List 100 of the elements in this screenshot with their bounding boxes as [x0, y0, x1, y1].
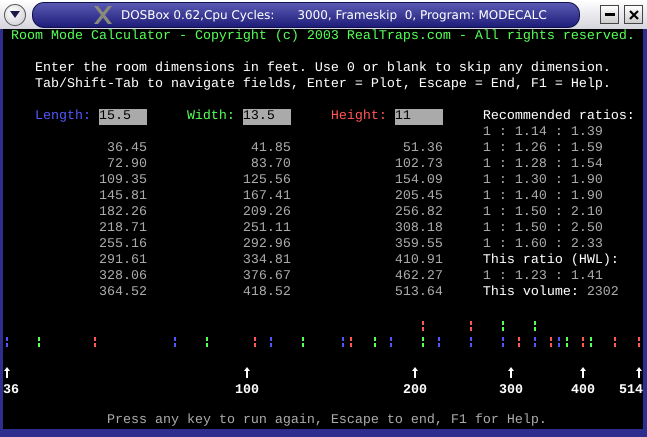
mode-mark [206, 337, 208, 347]
mode-frequency: 41.85 [250, 141, 291, 157]
mode-mark [558, 337, 560, 347]
input-field[interactable]: 11 [394, 109, 443, 125]
ratio-heading: This ratio (HWL): [482, 253, 619, 269]
mode-frequency: 291.61 [98, 253, 147, 269]
mode-mark [582, 337, 584, 347]
ratios-heading: Recommended ratios: [482, 109, 635, 125]
arrow-up-icon [508, 367, 514, 378]
volume-value: 2302 [586, 285, 619, 301]
mode-frequency: 251.11 [242, 221, 291, 237]
ratio-text: 1 : 1.50 : 2.10 [482, 205, 603, 221]
mode-mark [518, 337, 520, 347]
instruction-text: Tab/Shift-Tab to navigate fields, Enter = Plot, Escape = End, F1 = Help. [34, 77, 611, 93]
mode-mark [638, 337, 640, 347]
mode-frequency: 36.45 [106, 141, 147, 157]
mode-frequency: 376.67 [242, 269, 291, 285]
arrow-up-icon [412, 367, 418, 378]
mode-mark [302, 337, 304, 347]
axis-label: 514 [619, 383, 643, 397]
mode-mark [534, 321, 536, 331]
input-field[interactable]: 13.5 [242, 109, 291, 125]
mode-mark [422, 337, 424, 347]
mode-frequency: 308.18 [394, 221, 443, 237]
mode-mark [502, 321, 504, 331]
mode-frequency: 209.26 [242, 205, 291, 221]
close-icon [628, 10, 638, 20]
mode-frequency: 462.27 [394, 269, 443, 285]
mode-frequency: 255.16 [98, 237, 147, 253]
mode-frequency: 145.81 [98, 189, 147, 205]
mode-frequency: 72.90 [106, 157, 147, 173]
dimension-label: Height: [330, 109, 387, 125]
minimize-button[interactable] [600, 5, 619, 24]
mode-frequency: 51.36 [402, 141, 443, 157]
ratio-text: 1 : 1.26 : 1.59 [482, 141, 603, 157]
arrow-up-icon [244, 367, 250, 378]
ratio-text: 1 : 1.28 : 1.54 [482, 157, 603, 173]
instruction-text: Enter the room dimensions in feet. Use 0 or blank to skip any dimension. [34, 61, 611, 77]
axis-label: 300 [499, 383, 523, 397]
mode-frequency: 359.55 [394, 237, 443, 253]
mode-frequency: 256.82 [394, 205, 443, 221]
ratio-text: 1 : 1.23 : 1.41 [482, 269, 603, 285]
mode-mark [438, 337, 440, 347]
mode-mark [94, 337, 96, 347]
mode-mark [566, 337, 568, 347]
mode-mark [254, 337, 256, 347]
mode-frequency: 418.52 [242, 285, 291, 301]
banner-text: Room Mode Calculator - Copyright (c) 2003 RealTraps.com - All rights reserved. [10, 29, 635, 45]
mode-frequency: 334.81 [242, 253, 291, 269]
mode-frequency: 218.71 [98, 221, 147, 237]
ratio-text: 1 : 1.60 : 2.33 [482, 237, 603, 253]
mode-mark [550, 337, 552, 347]
footer-hint: Press any key to run again, Escape to end, F1 for Help. [106, 413, 547, 429]
arrow-up-icon [580, 367, 586, 378]
x-logo-icon [93, 6, 113, 24]
ratio-text: 1 : 1.30 : 1.90 [482, 173, 603, 189]
arrow-up-icon [4, 367, 10, 378]
dimension-label: Length: [34, 109, 91, 125]
window-menu-button[interactable] [4, 4, 26, 26]
mode-mark [342, 337, 344, 347]
mode-mark [6, 337, 8, 347]
mode-mark [534, 337, 536, 347]
minimize-icon [604, 13, 614, 16]
mode-frequency: 154.09 [394, 173, 443, 189]
mode-mark [502, 337, 504, 347]
mode-mark [174, 337, 176, 347]
mode-mark [470, 337, 472, 347]
axis-label: 200 [403, 383, 427, 397]
mode-mark [374, 337, 376, 347]
input-field[interactable]: 15.5 [98, 109, 147, 125]
window-title: DOSBox 0.62,Cpu Cycles: 3000, Frameskip 0, Program: MODECALC [121, 8, 547, 22]
axis-label: 400 [571, 383, 595, 397]
dimension-label: Width: [186, 109, 235, 125]
ratio-text: 1 : 1.40 : 1.90 [482, 189, 603, 205]
mode-frequency: 364.52 [98, 285, 147, 301]
mode-mark [590, 337, 592, 347]
mode-frequency: 83.70 [250, 157, 291, 173]
mode-frequency: 328.06 [98, 269, 147, 285]
axis-label: 36 [3, 383, 19, 397]
caret-down-icon [10, 11, 20, 18]
mode-frequency: 109.35 [98, 173, 147, 189]
mode-frequency: 167.41 [242, 189, 291, 205]
ratio-text: 1 : 1.14 : 1.39 [482, 125, 603, 141]
ratio-text: 1 : 1.50 : 2.50 [482, 221, 603, 237]
mode-mark [38, 337, 40, 347]
mode-mark [270, 337, 272, 347]
axis-label: 100 [235, 383, 259, 397]
mode-frequency: 292.96 [242, 237, 291, 253]
mode-mark [390, 337, 392, 347]
mode-frequency: 102.73 [394, 157, 443, 173]
arrow-up-icon [636, 367, 642, 378]
mode-mark [350, 337, 352, 347]
mode-mark [422, 321, 424, 331]
close-button[interactable] [624, 5, 643, 24]
mode-frequency: 125.56 [242, 173, 291, 189]
mode-frequency: 513.64 [394, 285, 443, 301]
mode-frequency: 205.45 [394, 189, 443, 205]
mode-mark [614, 337, 616, 347]
mode-frequency: 182.26 [98, 205, 147, 221]
mode-frequency: 410.91 [394, 253, 443, 269]
